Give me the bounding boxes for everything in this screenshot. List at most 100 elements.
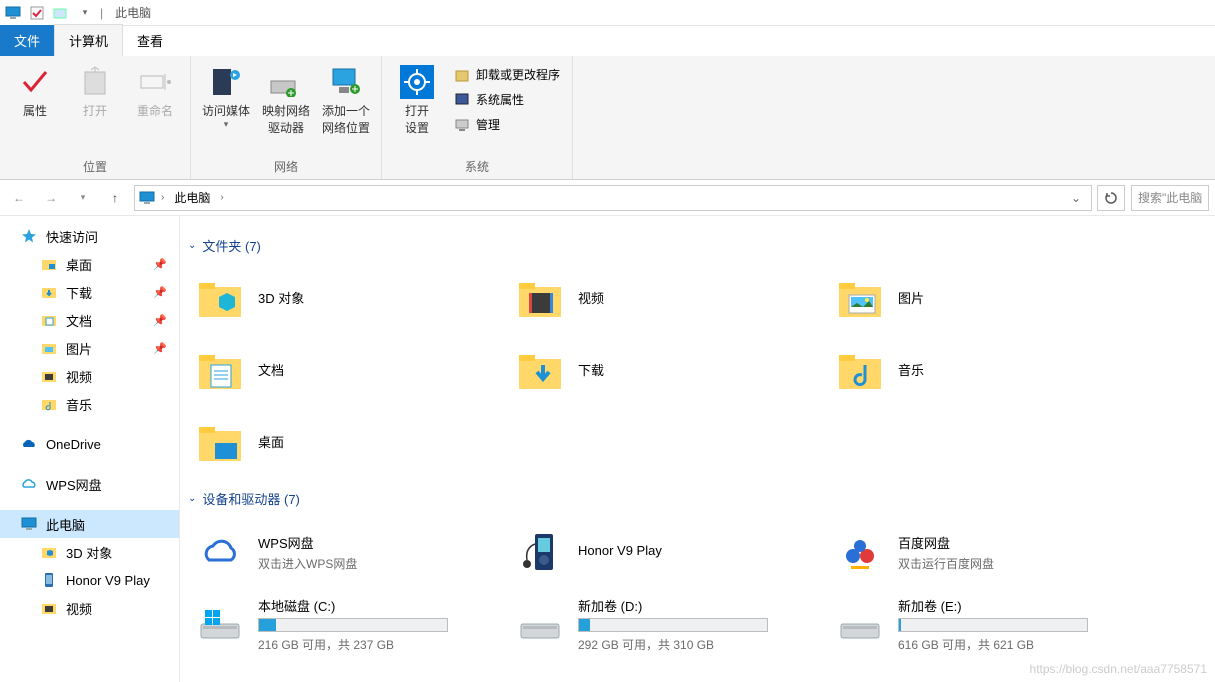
- watermark: https://blog.csdn.net/aaa7758571: [1030, 662, 1207, 676]
- folder-desktop[interactable]: 桌面: [188, 407, 508, 479]
- map-drive-label-1: 映射网络: [262, 102, 310, 119]
- rename-button[interactable]: 重命名: [128, 60, 182, 119]
- sys-props-label: 系统属性: [476, 91, 524, 108]
- sidebar-videos2[interactable]: 视频: [0, 594, 179, 622]
- sys-props-button[interactable]: 系统属性: [450, 89, 564, 110]
- folders-grid: 3D 对象 视频 图片 文档 下载 音乐 桌面: [188, 263, 1215, 479]
- drive-name: 本地磁盘 (C:): [258, 596, 500, 615]
- drive-d[interactable]: 新加卷 (D:)292 GB 可用，共 310 GB: [508, 588, 828, 660]
- map-drive-button[interactable]: 映射网络 驱动器: [259, 60, 313, 136]
- sidebar-quick-access[interactable]: 快速访问: [0, 222, 179, 250]
- manage-icon: [454, 117, 470, 133]
- up-button[interactable]: ↑: [102, 185, 128, 211]
- access-media-button[interactable]: 访问媒体 ▾: [199, 60, 253, 130]
- device-sub: 双击进入WPS网盘: [258, 555, 500, 572]
- refresh-button[interactable]: [1097, 185, 1125, 211]
- settings-label-1: 打开: [405, 102, 429, 119]
- sidebar-3dobjects[interactable]: 3D 对象: [0, 538, 179, 566]
- folder-name: 音乐: [898, 360, 1140, 379]
- folder-name: 图片: [898, 288, 1140, 307]
- properties-qat-icon[interactable]: [26, 2, 48, 24]
- devices-grid: WPS网盘双击进入WPS网盘 Honor V9 Play 百度网盘双击运行百度网…: [188, 516, 1215, 660]
- forward-button[interactable]: →: [38, 185, 64, 211]
- open-button[interactable]: 打开: [68, 60, 122, 119]
- section-folders-header[interactable]: ⌄ 文件夹 (7): [188, 236, 1215, 255]
- sidebar-honor[interactable]: Honor V9 Play: [0, 566, 179, 594]
- folder-name: 视频: [578, 288, 820, 307]
- add-netloc-button[interactable]: 添加一个 网络位置: [319, 60, 373, 136]
- chevron-down-icon: ⌄: [188, 493, 196, 504]
- desktop-folder-icon: [40, 255, 58, 273]
- folder-3d-objects[interactable]: 3D 对象: [188, 263, 508, 335]
- sidebar-thispc-label: 此电脑: [46, 515, 85, 534]
- section-folders-label: 文件夹 (7): [202, 236, 261, 255]
- downloads-folder-icon: [40, 283, 58, 301]
- breadcrumb-thispc[interactable]: 此电脑: [174, 189, 210, 206]
- folder-downloads[interactable]: 下载: [508, 335, 828, 407]
- open-settings-button[interactable]: 打开 设置: [390, 60, 444, 136]
- pin-icon: 📌: [153, 314, 167, 327]
- properties-button[interactable]: 属性: [8, 60, 62, 119]
- documents-folder-icon: [196, 347, 244, 395]
- pin-icon: 📌: [153, 258, 167, 271]
- sidebar-music[interactable]: 音乐: [0, 390, 179, 418]
- map-drive-label-2: 驱动器: [268, 119, 304, 136]
- sidebar-desktop[interactable]: 桌面 📌: [0, 250, 179, 278]
- videos-folder-icon: [40, 367, 58, 385]
- open-icon: [77, 64, 113, 100]
- chevron-down-icon: ⌄: [188, 240, 196, 251]
- sidebar-thispc[interactable]: 此电脑: [0, 510, 179, 538]
- folder-documents[interactable]: 文档: [188, 335, 508, 407]
- content-pane[interactable]: ⌄ 文件夹 (7) 3D 对象 视频 图片 文档 下载 音乐 桌面 ⌄设备和驱动器…: [180, 216, 1215, 682]
- device-sub: 双击运行百度网盘: [898, 555, 1140, 572]
- folder-pictures[interactable]: 图片: [828, 263, 1148, 335]
- quick-access-toolbar: ▾: [2, 2, 96, 24]
- ribbon-group-network: 访问媒体 ▾ 映射网络 驱动器 添加一个 网络位置 网络: [191, 56, 382, 179]
- tab-view[interactable]: 查看: [123, 25, 177, 56]
- drive-usage-bar: [578, 618, 768, 632]
- tab-file[interactable]: 文件: [0, 25, 54, 56]
- folder-name: 3D 对象: [258, 288, 500, 307]
- videos-folder-icon: [40, 599, 58, 617]
- uninstall-label: 卸载或更改程序: [476, 66, 560, 83]
- uninstall-icon: [454, 67, 470, 83]
- search-box[interactable]: 搜索"此电脑: [1131, 185, 1209, 211]
- star-icon: [20, 227, 38, 245]
- drive-e[interactable]: 新加卷 (E:)616 GB 可用，共 621 GB: [828, 588, 1148, 660]
- sidebar-documents-label: 文档: [66, 311, 92, 330]
- access-media-label: 访问媒体: [202, 102, 250, 119]
- device-baidu[interactable]: 百度网盘双击运行百度网盘: [828, 516, 1148, 588]
- drive-sub: 292 GB 可用，共 310 GB: [578, 636, 820, 653]
- pc-icon[interactable]: [2, 2, 24, 24]
- folder-music[interactable]: 音乐: [828, 335, 1148, 407]
- sidebar-videos[interactable]: 视频: [0, 362, 179, 390]
- address-bar[interactable]: ›此电脑› ⌄: [134, 185, 1092, 211]
- drive-c[interactable]: 本地磁盘 (C:)216 GB 可用，共 237 GB: [188, 588, 508, 660]
- titlebar-separator: |: [100, 6, 103, 20]
- qat-dropdown-icon[interactable]: ▾: [74, 2, 96, 24]
- device-honor[interactable]: Honor V9 Play: [508, 516, 828, 588]
- sidebar-downloads[interactable]: 下载📌: [0, 278, 179, 306]
- address-dropdown-icon[interactable]: ⌄: [1065, 191, 1087, 205]
- rename-label: 重命名: [137, 102, 173, 119]
- ribbon-group-location: 属性 打开 重命名 位置: [0, 56, 191, 179]
- recent-dropdown[interactable]: ▾: [70, 185, 96, 211]
- tab-computer[interactable]: 计算机: [54, 24, 123, 56]
- 3d-folder-icon: [40, 543, 58, 561]
- sidebar-documents[interactable]: 文档 📌: [0, 306, 179, 334]
- sidebar-pictures[interactable]: 图片📌: [0, 334, 179, 362]
- uninstall-button[interactable]: 卸载或更改程序: [450, 64, 564, 85]
- new-folder-qat-icon[interactable]: [50, 2, 72, 24]
- folder-videos[interactable]: 视频: [508, 263, 828, 335]
- ribbon-tabs: 文件 计算机 查看: [0, 26, 1215, 56]
- sidebar-onedrive[interactable]: OneDrive: [0, 430, 179, 458]
- settings-gear-icon: [399, 64, 435, 100]
- sidebar[interactable]: 快速访问 桌面 📌 下载📌 文档 📌 图片📌 视频 音乐 OneDrive WPS网…: [0, 216, 180, 682]
- section-devices-header[interactable]: ⌄设备和驱动器 (7): [188, 489, 1215, 508]
- desktop-folder-icon: [196, 419, 244, 467]
- device-wps[interactable]: WPS网盘双击进入WPS网盘: [188, 516, 508, 588]
- sidebar-desktop-label: 桌面: [66, 255, 92, 274]
- back-button[interactable]: ←: [6, 185, 32, 211]
- sidebar-wps[interactable]: WPS网盘: [0, 470, 179, 498]
- manage-button[interactable]: 管理: [450, 114, 564, 135]
